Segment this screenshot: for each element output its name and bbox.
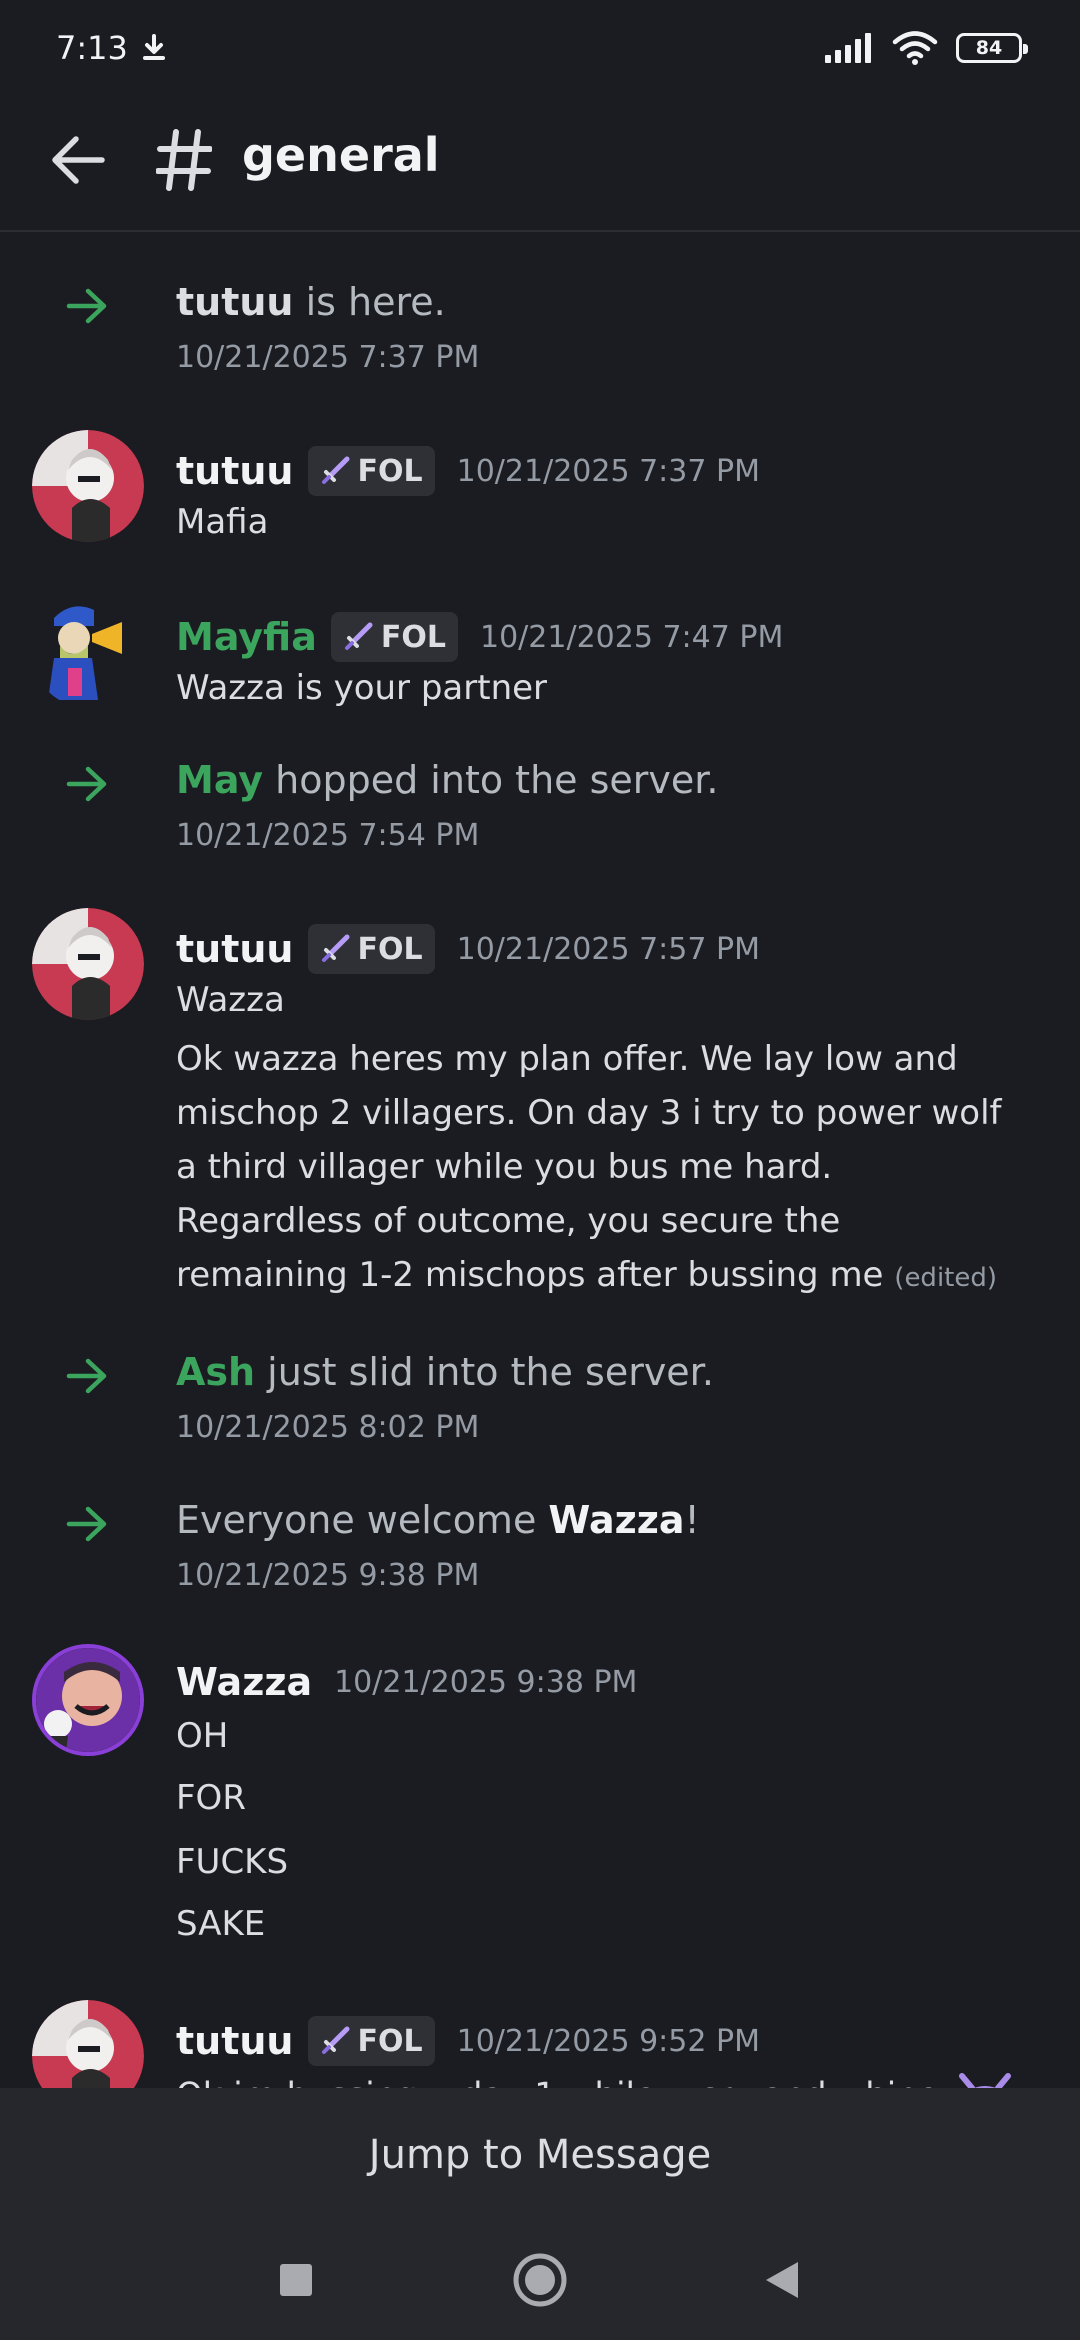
status-bar: 7:13 84: [0, 0, 1080, 96]
channel-header: general: [0, 96, 1080, 232]
system-text: tutuu is here.: [176, 280, 446, 324]
role-label: FOL: [357, 2023, 423, 2059]
sword-icon: [321, 2026, 349, 2054]
role-label: FOL: [357, 453, 423, 489]
avatar[interactable]: [32, 908, 144, 1020]
home-button[interactable]: [510, 2250, 570, 2310]
role-tag[interactable]: FOL: [330, 612, 458, 662]
join-arrow-icon: [66, 288, 107, 324]
battery-icon: 84: [956, 33, 1028, 63]
signal-icon: [825, 33, 871, 63]
message-text: Ok im bussing u day 1 while u cry and wh…: [176, 2072, 1014, 2088]
join-arrow-icon: [66, 766, 107, 802]
message-header: tutuu FOL 10/21/2025 7:57 PM: [176, 924, 760, 974]
role-tag[interactable]: FOL: [307, 446, 435, 496]
message-text: OH: [176, 1716, 229, 1756]
system-text: Everyone welcome Wazza!: [176, 1498, 700, 1542]
role-tag[interactable]: FOL: [307, 924, 435, 974]
jump-to-message-button[interactable]: Jump to Message: [0, 2088, 1080, 2222]
back-arrow-icon: [52, 136, 105, 184]
timestamp: 10/21/2025 9:52 PM: [456, 2023, 760, 2059]
join-arrow-icon: [66, 1358, 107, 1394]
system-text: May hopped into the server.: [176, 758, 719, 802]
wifi-icon: [892, 31, 938, 65]
sword-icon: [321, 934, 349, 962]
download-icon: [142, 34, 165, 60]
square-icon: [280, 2264, 312, 2296]
clock: 7:13: [56, 29, 128, 67]
sword-icon: [344, 622, 373, 650]
message-text: Wazza: [176, 980, 285, 1020]
message-text: FUCKS: [176, 1842, 289, 1882]
username[interactable]: Ash: [176, 1350, 255, 1394]
message-text: Wazza is your partner: [176, 668, 548, 708]
role-label: FOL: [357, 931, 423, 967]
join-arrow-icon: [66, 1506, 107, 1542]
timestamp: 10/21/2025 7:47 PM: [480, 619, 784, 655]
battery-level: 84: [975, 37, 1003, 59]
timestamp: 10/21/2025 7:54 PM: [176, 818, 480, 853]
recents-button[interactable]: [266, 2250, 326, 2310]
home-circle-icon: [513, 2253, 567, 2307]
avatar[interactable]: [32, 596, 144, 708]
username[interactable]: Wazza: [548, 1498, 684, 1542]
message-header: tutuu FOL 10/21/2025 9:52 PM: [176, 2016, 760, 2066]
username[interactable]: tutuu: [176, 449, 294, 493]
message-text: Ok wazza heres my plan offer. We lay low…: [176, 1039, 1002, 1295]
system-nav-bar: [0, 2222, 1080, 2340]
message-text: SAKE: [176, 1904, 266, 1944]
system-text: Ash just slid into the server.: [176, 1350, 714, 1394]
message-header: tutuu FOL 10/21/2025 7:37 PM: [176, 446, 760, 496]
username[interactable]: May: [176, 758, 263, 802]
channel-name: general: [242, 128, 440, 182]
username[interactable]: tutuu: [176, 2019, 294, 2063]
edited-label: (edited): [894, 1263, 998, 1293]
avatar[interactable]: [32, 1644, 144, 1756]
message-feed[interactable]: tutuu is here. 10/21/2025 7:37 PM tutuu: [0, 234, 1080, 2088]
message-header: Mayfia FOL 10/21/2025 7:47 PM: [176, 612, 783, 662]
role-label: FOL: [380, 619, 446, 655]
avatar[interactable]: [32, 2000, 144, 2088]
timestamp: 10/21/2025 9:38 PM: [176, 1558, 480, 1593]
sword-icon: [321, 456, 349, 484]
back-nav-button[interactable]: [752, 2250, 812, 2310]
username[interactable]: Mayfia: [176, 615, 317, 659]
timestamp: 10/21/2025 8:02 PM: [176, 1410, 480, 1445]
hash-icon: [156, 124, 216, 196]
avatar[interactable]: [32, 430, 144, 542]
username[interactable]: tutuu: [176, 280, 294, 324]
role-tag[interactable]: FOL: [307, 2016, 435, 2066]
timestamp: 10/21/2025 7:57 PM: [456, 931, 760, 967]
timestamp: 10/21/2025 7:37 PM: [456, 453, 760, 489]
message-text: Mafia: [176, 502, 269, 542]
timestamp: 10/21/2025 9:38 PM: [334, 1664, 638, 1700]
devil-emoji-icon: [958, 2073, 1011, 2088]
username[interactable]: tutuu: [176, 927, 294, 971]
jump-label: Jump to Message: [368, 2132, 712, 2178]
timestamp: 10/21/2025 7:37 PM: [176, 340, 480, 375]
back-button[interactable]: [44, 126, 112, 194]
triangle-back-icon: [766, 2262, 798, 2298]
message-text: FOR: [176, 1778, 246, 1818]
message-header: Wazza 10/21/2025 9:38 PM: [176, 1660, 637, 1704]
username[interactable]: Wazza: [176, 1660, 312, 1704]
